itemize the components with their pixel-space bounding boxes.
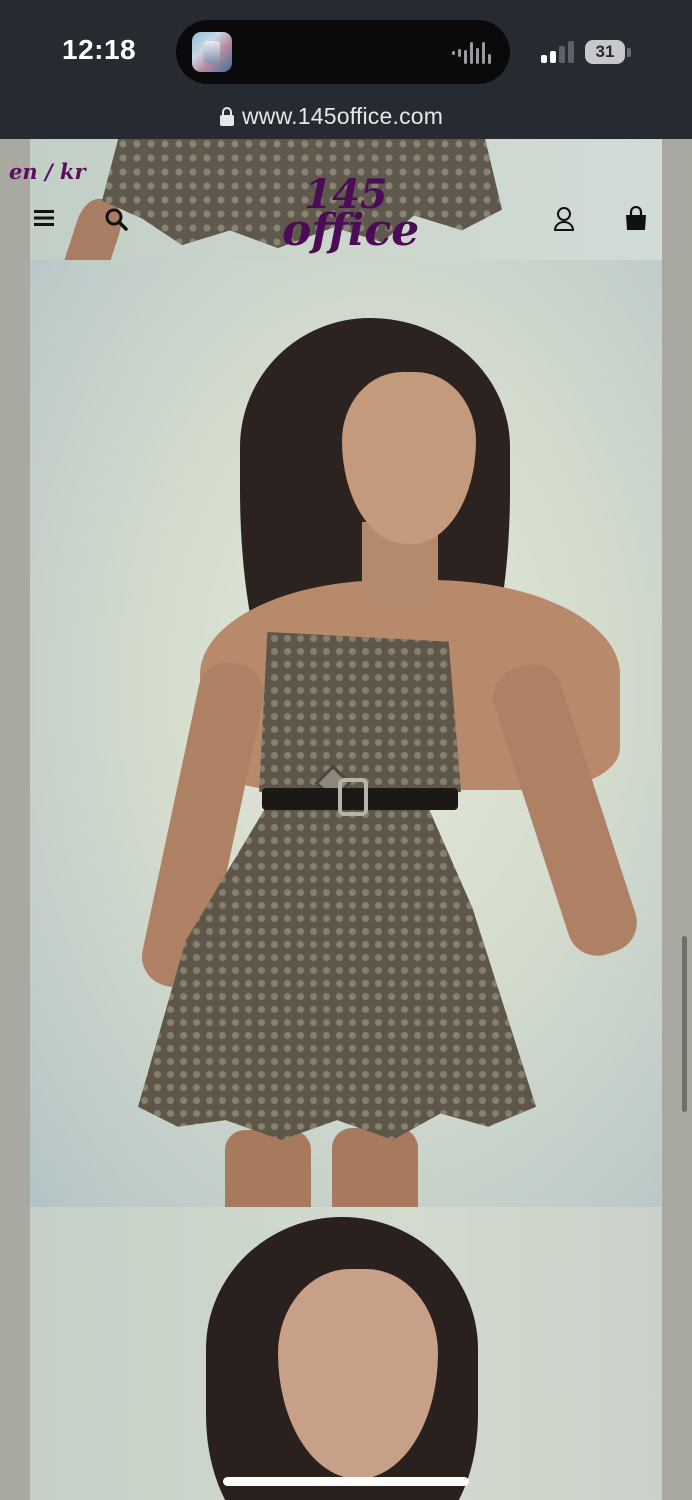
address-bar[interactable]: www.145office.com xyxy=(0,98,692,139)
status-bar: 12:18 31 xyxy=(0,0,692,98)
status-time: 12:18 xyxy=(62,34,137,65)
audio-waveform-icon xyxy=(452,42,492,64)
cellular-signal-icon xyxy=(541,41,575,63)
account-icon[interactable] xyxy=(553,206,575,232)
site-logo[interactable]: 145 office xyxy=(282,174,420,257)
product-image-model-dress[interactable] xyxy=(30,260,662,1207)
site-header: en / kr 145 office xyxy=(0,139,692,260)
url-text[interactable]: www.145office.com xyxy=(242,103,443,130)
battery-level: 31 xyxy=(595,42,615,61)
search-icon[interactable] xyxy=(104,207,128,231)
battery-icon: 31 xyxy=(585,40,625,64)
menu-icon[interactable] xyxy=(34,209,54,227)
product-image-model-portrait[interactable] xyxy=(30,1207,662,1500)
cart-icon[interactable] xyxy=(624,206,648,232)
lock-icon xyxy=(220,107,234,126)
music-app-thumbnail-icon[interactable] xyxy=(192,32,232,72)
dynamic-island[interactable] xyxy=(176,20,510,84)
scrollbar[interactable] xyxy=(682,936,687,1112)
web-page: en / kr 145 office xyxy=(0,139,692,1500)
language-switch[interactable]: en / kr xyxy=(9,159,86,184)
battery-cap xyxy=(627,48,631,57)
home-indicator[interactable] xyxy=(223,1477,469,1486)
logo-line-2: office xyxy=(282,205,420,257)
